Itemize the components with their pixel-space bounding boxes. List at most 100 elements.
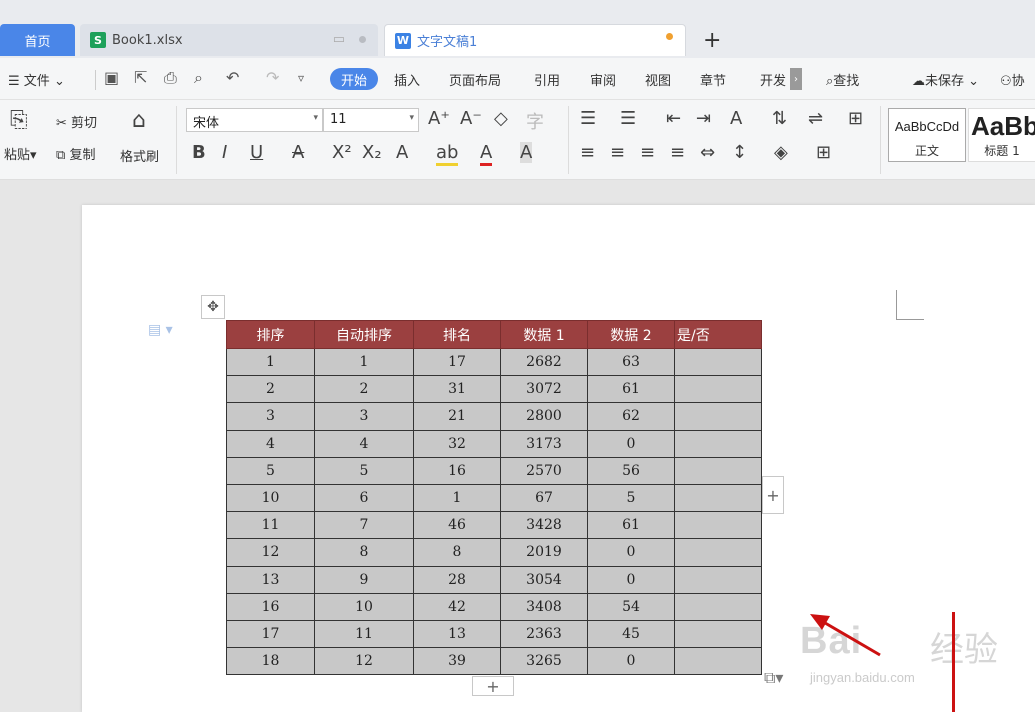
table-cell[interactable]: 42 <box>413 592 501 621</box>
table-cell[interactable] <box>674 565 762 594</box>
copy-button[interactable]: ⧉ 复制 <box>56 144 95 163</box>
table-header-cell[interactable]: 自动排序 <box>314 320 414 349</box>
table-cell[interactable]: 10 <box>314 592 414 621</box>
table-header-cell[interactable]: 数据 2 <box>587 320 675 349</box>
table-cell[interactable]: 2800 <box>500 402 588 431</box>
table-cell[interactable]: 4 <box>314 429 414 458</box>
table-cell[interactable]: 28 <box>413 565 501 594</box>
grow-font-icon[interactable]: A⁺ <box>428 108 450 129</box>
menu-developer[interactable]: 开发 <box>760 70 786 89</box>
table-cell[interactable]: 5 <box>314 456 414 485</box>
highlight-icon[interactable]: ab <box>436 142 459 166</box>
menu-view[interactable]: 视图 <box>645 70 671 89</box>
table-cell[interactable]: 12 <box>226 538 315 567</box>
style-normal[interactable]: AaBbCcDd 正文 <box>888 108 966 162</box>
superscript-icon[interactable]: X² <box>332 142 352 163</box>
table-cell[interactable]: 6 <box>314 483 414 513</box>
table-cell[interactable]: 21 <box>413 402 501 431</box>
table-header-cell[interactable]: 排序 <box>226 320 315 349</box>
paste-button[interactable]: 粘贴▾ <box>4 144 37 163</box>
table-cell[interactable]: 2682 <box>500 347 588 377</box>
paragraph-menu-icon[interactable]: ▤ ▾ <box>148 322 173 338</box>
add-row-button[interactable]: + <box>472 676 514 696</box>
sort-icon[interactable]: ⇅ <box>772 108 787 129</box>
phonetic-guide-icon[interactable]: 字 <box>526 108 544 134</box>
distributed-icon[interactable]: ⇔ <box>700 142 715 163</box>
align-right-icon[interactable]: ≡ <box>640 142 655 163</box>
table-cell[interactable]: 11 <box>226 511 315 540</box>
table-cell[interactable]: 61 <box>587 375 675 404</box>
justify-icon[interactable]: ≡ <box>670 142 685 163</box>
menu-section[interactable]: 章节 <box>700 70 726 89</box>
table-header-cell[interactable]: 排名 <box>413 320 501 349</box>
align-left-icon[interactable]: ≡ <box>580 142 595 163</box>
table-cell[interactable]: 56 <box>587 456 675 485</box>
table-cell[interactable]: 11 <box>314 619 414 649</box>
table-cell[interactable]: 45 <box>587 619 675 649</box>
menu-insert[interactable]: 插入 <box>394 70 420 89</box>
table-header-cell[interactable]: 数据 1 <box>500 320 588 349</box>
new-tab-button[interactable]: + <box>703 28 721 53</box>
table-cell[interactable]: 3428 <box>500 511 588 540</box>
line-spacing-icon[interactable]: ↕ <box>732 142 747 163</box>
format-painter-button[interactable]: 格式刷 <box>120 146 159 165</box>
table-cell[interactable]: 31 <box>413 375 501 404</box>
table-cell[interactable] <box>674 592 762 621</box>
table-cell[interactable]: 39 <box>413 647 501 676</box>
table-cell[interactable]: 63 <box>587 347 675 377</box>
table-cell[interactable] <box>674 619 762 649</box>
table-cell[interactable]: 2570 <box>500 456 588 485</box>
table-cell[interactable]: 16 <box>226 592 315 621</box>
table-cell[interactable]: 0 <box>587 429 675 458</box>
table-cell[interactable]: 13 <box>413 619 501 649</box>
style-heading-1[interactable]: AaBb 标题 1 <box>968 108 1035 162</box>
print-icon[interactable]: ⎙ <box>164 68 177 88</box>
numbering-icon[interactable]: ☰ <box>620 108 636 129</box>
table-cell[interactable] <box>674 511 762 540</box>
decrease-indent-icon[interactable]: ⇤ <box>666 108 681 129</box>
file-menu[interactable]: ☰ 文件 ⌄ <box>8 70 65 89</box>
export-icon[interactable]: ⇱ <box>134 68 147 87</box>
table-cell[interactable]: 2 <box>314 375 414 404</box>
table-cell[interactable]: 3408 <box>500 592 588 621</box>
tab-home[interactable]: 首页 <box>0 24 75 56</box>
font-name-select[interactable]: 宋体 ▾ <box>186 108 323 132</box>
table-cell[interactable]: 32 <box>413 429 501 458</box>
table-cell[interactable]: 18 <box>226 647 315 676</box>
table-cell[interactable]: 17 <box>226 619 315 649</box>
table-cell[interactable]: 46 <box>413 511 501 540</box>
show-marks-icon[interactable]: ⇌ <box>808 108 823 129</box>
table-cell[interactable] <box>674 347 762 377</box>
table-cell[interactable]: 8 <box>413 538 501 567</box>
save-icon[interactable]: ▣ <box>104 68 119 87</box>
clear-format-icon[interactable]: ◇ <box>494 108 508 129</box>
table-cell[interactable] <box>674 483 762 513</box>
table-cell[interactable] <box>674 647 762 676</box>
monitor-icon[interactable]: ▭ <box>333 32 345 47</box>
cut-button[interactable]: ✂ 剪切 <box>56 112 97 131</box>
search-button[interactable]: ⌕查找 <box>826 70 859 89</box>
table-cell[interactable]: 16 <box>413 456 501 485</box>
table-cell[interactable]: 1 <box>314 347 414 377</box>
customize-icon[interactable]: ▿ <box>298 71 304 85</box>
table-cell[interactable]: 13 <box>226 565 315 594</box>
italic-icon[interactable]: I <box>222 142 227 163</box>
tab-document[interactable]: W 文字文稿1 <box>384 24 686 56</box>
add-column-button[interactable]: + <box>762 476 784 514</box>
table-cell[interactable]: 1 <box>226 347 315 377</box>
table-cell[interactable] <box>674 429 762 458</box>
text-effect-icon[interactable]: A <box>396 142 408 163</box>
table-cell[interactable]: 2019 <box>500 538 588 567</box>
table-cell[interactable]: 17 <box>413 347 501 377</box>
font-color-icon[interactable]: A <box>480 142 493 166</box>
menu-start[interactable]: 开始 <box>330 68 378 90</box>
table-cell[interactable]: 62 <box>587 402 675 431</box>
table-cell[interactable]: 2363 <box>500 619 588 649</box>
table-cell[interactable]: 8 <box>314 538 414 567</box>
bullets-icon[interactable]: ☰ <box>580 108 596 129</box>
table-cell[interactable] <box>674 402 762 431</box>
redo-icon[interactable]: ↷ <box>266 68 279 87</box>
table-cell[interactable]: 5 <box>226 456 315 485</box>
char-shading-icon[interactable]: A <box>520 142 533 163</box>
table-cell[interactable] <box>674 375 762 404</box>
